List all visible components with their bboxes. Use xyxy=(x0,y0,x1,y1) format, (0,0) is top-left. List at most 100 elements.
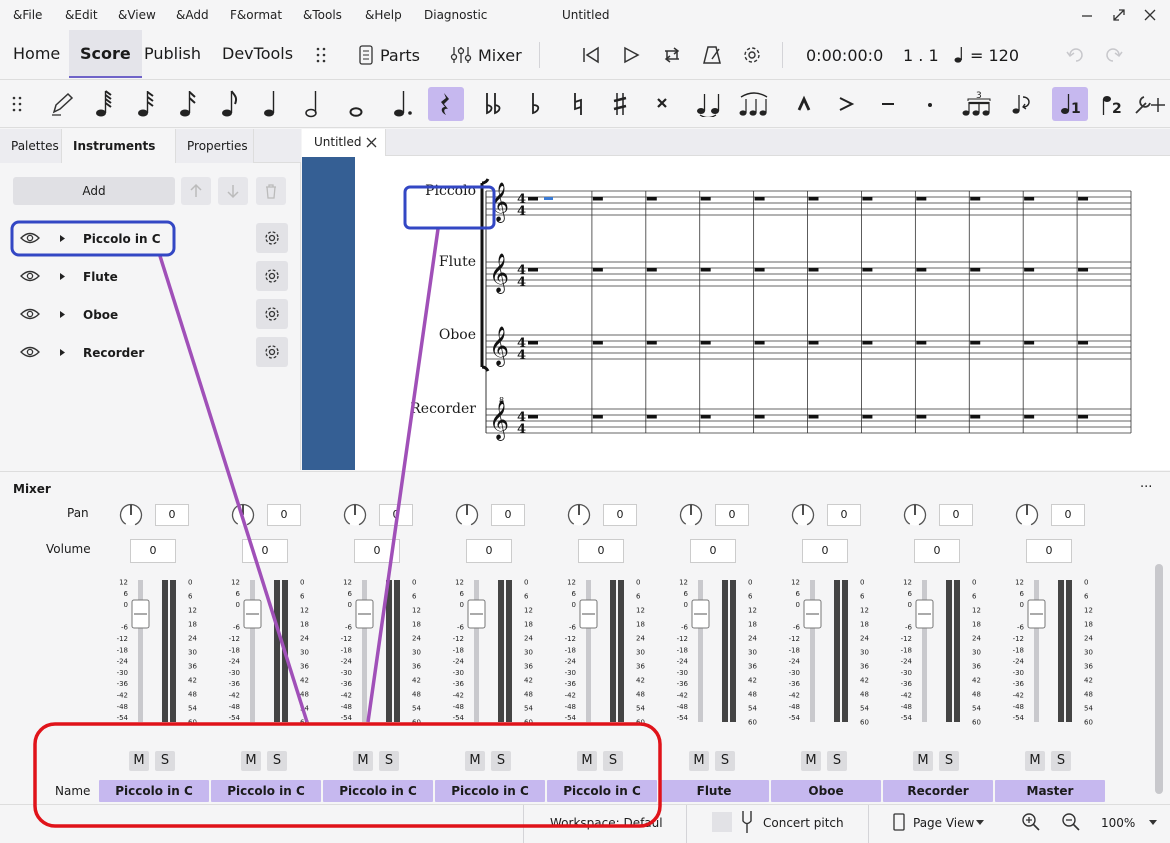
slur-icon[interactable] xyxy=(736,87,772,121)
parts-button[interactable]: Parts xyxy=(358,42,420,68)
volume-value[interactable]: 0 xyxy=(1026,539,1072,563)
zoom-chevron-down-icon[interactable] xyxy=(1148,819,1158,827)
tab-properties[interactable]: Properties xyxy=(176,129,254,163)
solo-button[interactable]: S xyxy=(379,751,399,771)
double-flat-icon[interactable] xyxy=(476,87,512,121)
eye-icon[interactable] xyxy=(20,269,40,283)
pan-value[interactable]: 0 xyxy=(715,504,749,526)
expand-arrow-icon[interactable] xyxy=(59,348,67,357)
whole-note-icon[interactable] xyxy=(338,87,374,121)
quarter-note-icon[interactable] xyxy=(254,87,290,121)
zoom-in-icon[interactable] xyxy=(1021,812,1041,832)
volume-fader[interactable]: 1260-6-12-18-24-30-36-42-48-540612182430… xyxy=(323,578,433,727)
instrument-settings-button[interactable] xyxy=(256,223,288,253)
pan-knob[interactable] xyxy=(230,502,256,528)
volume-value[interactable]: 0 xyxy=(578,539,624,563)
channel-name[interactable]: Recorder xyxy=(883,780,993,802)
loop-button[interactable] xyxy=(661,42,683,68)
tenuto-icon[interactable] xyxy=(870,87,906,121)
pan-value[interactable]: 0 xyxy=(379,504,413,526)
menu-diagnostic[interactable]: Diagnostic xyxy=(424,8,487,22)
mute-button[interactable]: M xyxy=(577,751,597,771)
mute-button[interactable]: M xyxy=(241,751,261,771)
volume-fader[interactable]: 1260-6-12-18-24-30-36-42-48-540612182430… xyxy=(435,578,545,727)
pan-value[interactable]: 0 xyxy=(939,504,973,526)
rewind-button[interactable] xyxy=(581,42,601,68)
pan-value[interactable]: 0 xyxy=(603,504,637,526)
workspace-selector[interactable]: Workspace: Defaul xyxy=(550,816,663,830)
rest-icon[interactable] xyxy=(428,87,464,121)
solo-button[interactable]: S xyxy=(155,751,175,771)
volume-value[interactable]: 0 xyxy=(914,539,960,563)
drag-handle-icon[interactable] xyxy=(0,87,34,121)
solo-button[interactable]: S xyxy=(603,751,623,771)
playback-settings-button[interactable] xyxy=(741,42,763,68)
volume-fader[interactable]: 1260-6-12-18-24-30-36-42-48-540612182430… xyxy=(547,578,657,727)
zoom-out-icon[interactable] xyxy=(1061,812,1081,832)
pan-knob[interactable] xyxy=(454,502,480,528)
half-note-icon[interactable] xyxy=(296,87,332,121)
channel-name[interactable]: Piccolo in C xyxy=(99,780,209,802)
concert-pitch-checkbox[interactable] xyxy=(712,812,732,832)
mute-button[interactable]: M xyxy=(465,751,485,771)
move-down-button[interactable] xyxy=(218,177,248,205)
solo-button[interactable]: S xyxy=(939,751,959,771)
pan-knob[interactable] xyxy=(342,502,368,528)
pan-knob[interactable] xyxy=(902,502,928,528)
marcato-icon[interactable] xyxy=(786,87,822,121)
solo-button[interactable]: S xyxy=(1051,751,1071,771)
pan-value[interactable]: 0 xyxy=(267,504,301,526)
score-staves[interactable]: 𝄞 44𝄞 44𝄞 44𝄞844 xyxy=(302,129,1170,470)
volume-fader[interactable]: 1260-6-12-18-24-30-36-42-48-540612182430… xyxy=(659,578,769,727)
drag-handle-icon[interactable] xyxy=(316,42,326,68)
expand-arrow-icon[interactable] xyxy=(59,234,67,243)
menu-view[interactable]: &View xyxy=(118,8,156,22)
menu-tools[interactable]: &Tools xyxy=(303,8,342,22)
add-instrument-button[interactable]: Add xyxy=(13,177,175,205)
volume-fader[interactable]: 1260-6-12-18-24-30-36-42-48-540612182430… xyxy=(99,578,209,727)
instrument-settings-button[interactable] xyxy=(256,337,288,367)
mute-button[interactable]: M xyxy=(1025,751,1045,771)
volume-value[interactable]: 0 xyxy=(130,539,176,563)
tab-publish[interactable]: Publish xyxy=(133,30,212,78)
channel-name[interactable]: Flute xyxy=(659,780,769,802)
16th-note-icon[interactable] xyxy=(170,87,206,121)
pan-value[interactable]: 0 xyxy=(491,504,525,526)
channel-name[interactable]: Master xyxy=(995,780,1105,802)
eighth-note-icon[interactable] xyxy=(212,87,248,121)
double-sharp-icon[interactable] xyxy=(644,87,680,121)
delete-button[interactable] xyxy=(256,177,286,205)
channel-name[interactable]: Piccolo in C xyxy=(547,780,657,802)
64th-note-icon[interactable] xyxy=(86,87,122,121)
mute-button[interactable]: M xyxy=(353,751,373,771)
mute-button[interactable]: M xyxy=(913,751,933,771)
tuplet-icon[interactable]: 3 xyxy=(958,87,998,121)
eye-icon[interactable] xyxy=(20,307,40,321)
expand-arrow-icon[interactable] xyxy=(59,272,67,281)
sharp-icon[interactable] xyxy=(602,87,638,121)
instrument-settings-button[interactable] xyxy=(256,299,288,329)
maximize-icon[interactable] xyxy=(1110,6,1128,24)
volume-fader[interactable]: 1260-6-12-18-24-30-36-42-48-540612182430… xyxy=(995,578,1105,727)
pan-knob[interactable] xyxy=(566,502,592,528)
accent-icon[interactable] xyxy=(828,87,864,121)
tab-score[interactable]: Score xyxy=(69,30,142,78)
volume-value[interactable]: 0 xyxy=(242,539,288,563)
mute-button[interactable]: M xyxy=(689,751,709,771)
score-view[interactable]: Untitled Piccolo Flute Oboe Recorder 𝄞 4 4 𝄞 4 4… xyxy=(302,129,1170,470)
pan-knob[interactable] xyxy=(118,502,144,528)
menu-add[interactable]: &Add xyxy=(176,8,209,22)
pan-knob[interactable] xyxy=(1014,502,1040,528)
flip-direction-icon[interactable] xyxy=(1004,87,1040,121)
mixer-scrollbar[interactable] xyxy=(1155,564,1163,794)
mixer-more-icon[interactable]: ··· xyxy=(1140,480,1152,495)
voice-2-icon[interactable]: 2 xyxy=(1094,87,1130,121)
menu-help[interactable]: &Help xyxy=(365,8,402,22)
eye-icon[interactable] xyxy=(20,231,40,245)
volume-value[interactable]: 0 xyxy=(466,539,512,563)
zoom-level[interactable]: 100% xyxy=(1101,816,1135,830)
instrument-row[interactable]: Oboe xyxy=(0,298,301,334)
augmentation-dot-icon[interactable] xyxy=(386,87,422,121)
pan-value[interactable]: 0 xyxy=(827,504,861,526)
volume-fader[interactable]: 1260-6-12-18-24-30-36-42-48-540612182430… xyxy=(883,578,993,727)
